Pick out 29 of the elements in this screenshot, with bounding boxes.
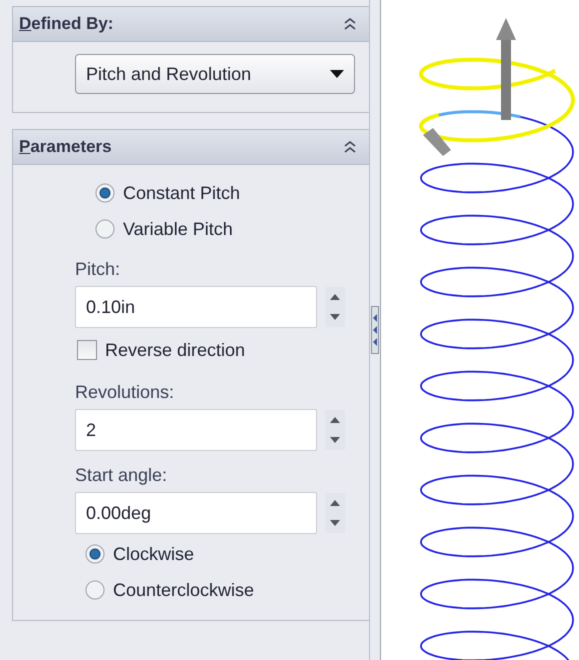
checkbox-label: Reverse direction	[105, 340, 246, 360]
field-label: Start angle:	[75, 465, 168, 486]
radio-label: Constant Pitch	[123, 182, 240, 204]
input-field[interactable]: 0.10in	[75, 286, 317, 328]
double-chevron-up-icon[interactable]	[343, 17, 357, 31]
radio-label: Variable Pitch	[123, 218, 233, 240]
spin-buttons[interactable]	[325, 287, 345, 327]
field-label: Revolutions:	[75, 382, 176, 403]
input-field[interactable]: 0.00deg	[75, 492, 317, 534]
radio-button[interactable]	[85, 544, 105, 564]
section-title: Parameters	[19, 137, 112, 157]
collapse-handle-icon[interactable]	[371, 306, 379, 354]
input-field[interactable]: 2	[75, 409, 317, 451]
radio-button[interactable]	[95, 219, 115, 239]
checkbox[interactable]	[77, 340, 97, 360]
field-label: Pitch:	[75, 259, 122, 280]
radio-label: Clockwise	[113, 544, 194, 564]
splitter-bar[interactable]	[370, 0, 381, 660]
section-title: Defined By:	[19, 14, 114, 34]
spin-buttons[interactable]	[325, 410, 345, 450]
spin-buttons[interactable]	[325, 493, 345, 533]
radio-button[interactable]	[95, 183, 115, 203]
section-header[interactable]: Defined By:	[13, 7, 369, 42]
dropdown[interactable]: Pitch and Revolution	[75, 54, 355, 94]
caret-icon	[330, 70, 344, 78]
radio-label: Counterclockwise	[113, 580, 254, 600]
radio-button[interactable]	[85, 580, 105, 600]
section-header[interactable]: Parameters	[13, 130, 369, 165]
double-chevron-up-icon[interactable]	[343, 140, 357, 154]
